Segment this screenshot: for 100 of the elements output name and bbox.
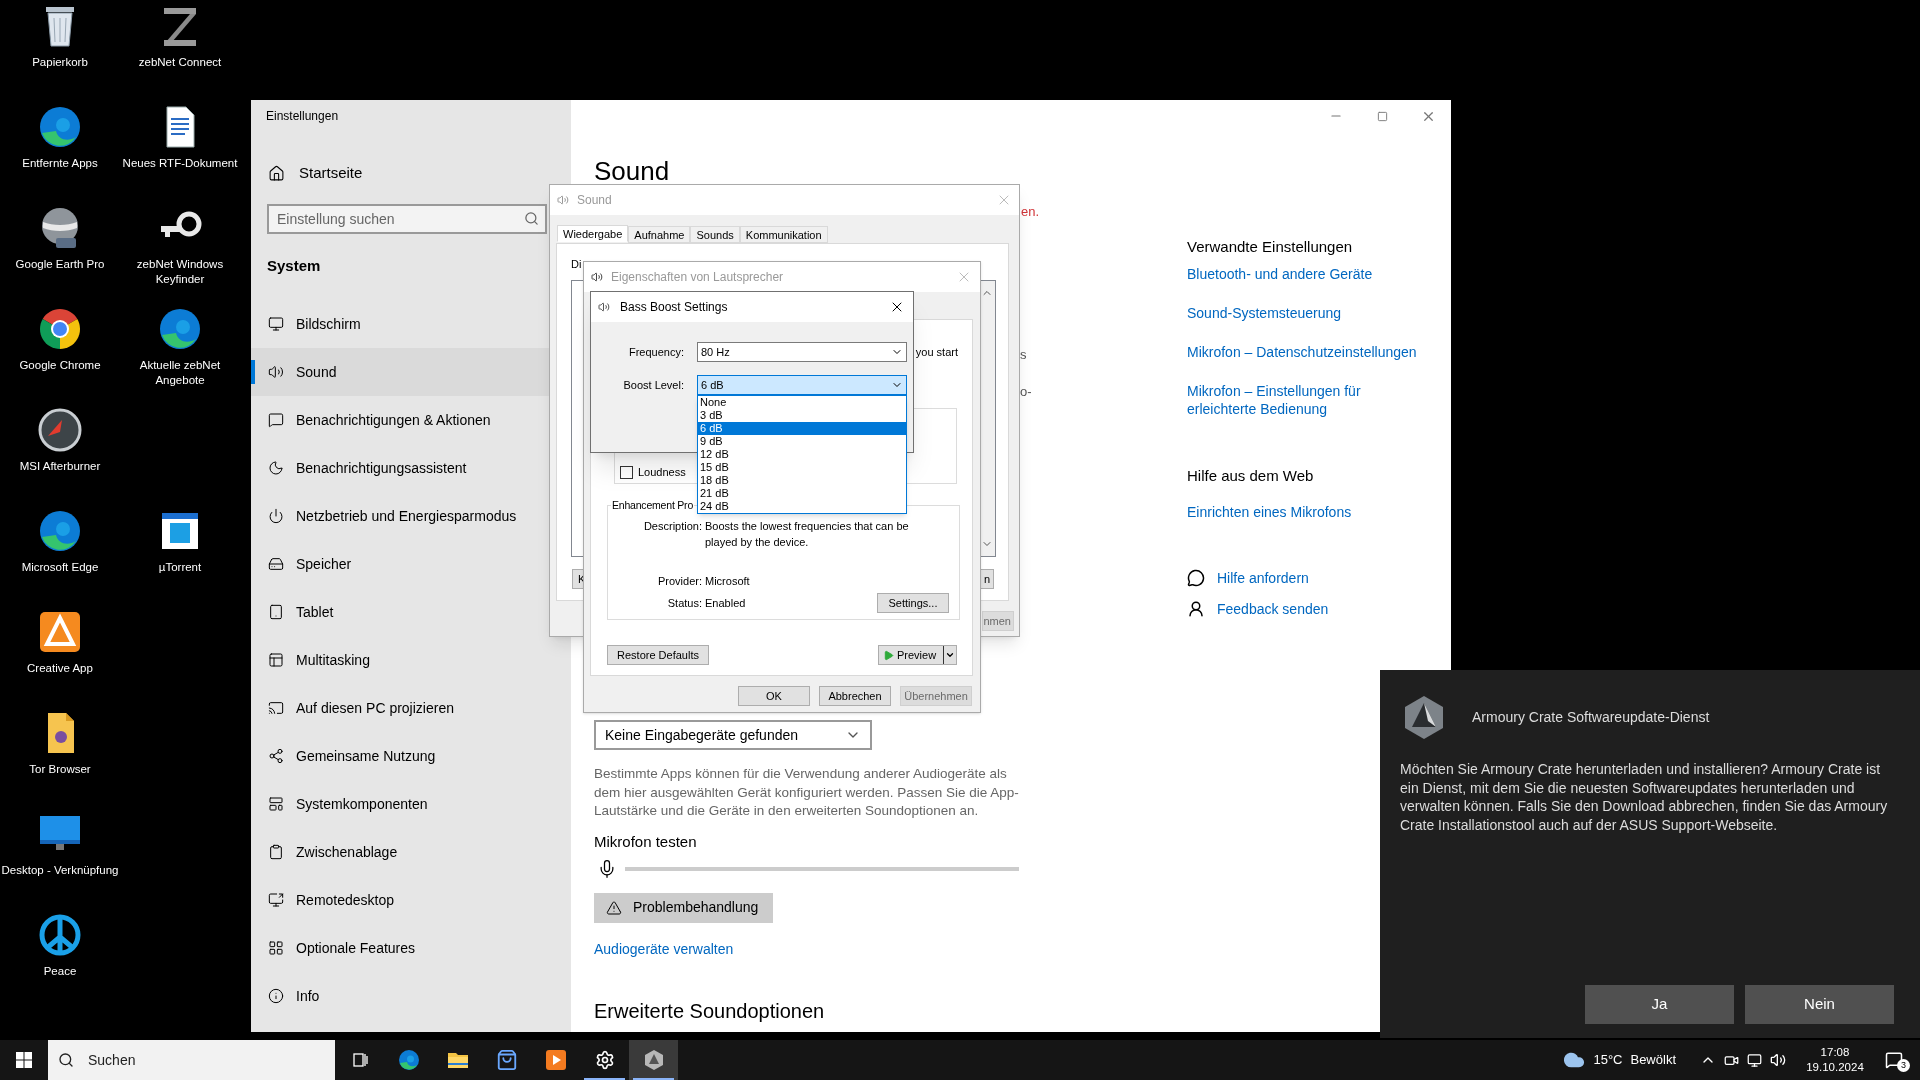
tab[interactable]: Kommunikation — [739, 226, 828, 243]
home-link[interactable]: Startseite — [268, 163, 571, 183]
notification-badge: 3 — [1897, 1059, 1910, 1072]
speaker-icon — [591, 271, 603, 283]
nav-item[interactable]: Info — [251, 972, 571, 1020]
nav-item[interactable]: Bildschirm — [251, 300, 571, 348]
shopping-bag-icon — [495, 1049, 518, 1071]
panels-icon — [268, 796, 284, 812]
desktop-shortcut[interactable]: Microsoft Edge — [0, 507, 120, 608]
nav-item[interactable]: Benachrichtigungsassistent — [251, 444, 571, 492]
nav-item[interactable]: Systemkomponenten — [251, 780, 571, 828]
nav-item[interactable]: Multitasking — [251, 636, 571, 684]
notification-button[interactable]: Nein — [1745, 985, 1894, 1024]
search-icon — [58, 1052, 74, 1068]
clock[interactable]: 17:08 19.10.2024 — [1800, 1045, 1870, 1075]
desktop-shortcut[interactable]: zebNet Connect — [120, 2, 240, 103]
nav-item[interactable]: Benachrichtigungen & Aktionen — [251, 396, 571, 444]
desktop-shortcut[interactable]: MSI Afterburner — [0, 406, 120, 507]
speaker-icon — [598, 301, 610, 313]
search-field[interactable]: Einstellung suchen — [267, 204, 547, 234]
restore-defaults-button[interactable]: Restore Defaults — [607, 645, 709, 666]
dropdown-option[interactable]: None — [698, 396, 906, 409]
body-text: you start — [915, 345, 958, 359]
gauge-icon — [36, 406, 84, 454]
help-chat-icon — [1187, 569, 1205, 587]
desktop-shortcut[interactable]: Aktuelle zebNet Angebote — [120, 305, 240, 406]
related-link[interactable]: Bluetooth- und andere Geräte — [1187, 265, 1427, 283]
manage-devices-link[interactable]: Audiogeräte verwalten — [594, 939, 1044, 958]
field-label: Provider: — [656, 573, 702, 589]
page-title: Sound — [594, 155, 671, 187]
desktop-shortcut[interactable]: Google Chrome — [0, 305, 120, 406]
notification-button[interactable]: Ja — [1585, 985, 1734, 1024]
section-heading: System — [267, 257, 322, 275]
desktop-shortcut[interactable]: zebNet Windows Keyfinder — [120, 204, 240, 305]
nav-item[interactable]: Tablet — [251, 588, 571, 636]
dropdown-option[interactable]: 3 dB — [698, 409, 906, 422]
nav-item[interactable]: Auf diesen PC projizieren — [251, 684, 571, 732]
nav-item[interactable]: Netzbetrieb und Energiesparmodus — [251, 492, 571, 540]
support-link[interactable]: Feedback senden — [1217, 600, 1329, 618]
tab[interactable]: Aufnahme — [628, 226, 691, 243]
dropdown-option[interactable]: 12 dB — [698, 448, 906, 461]
taskbar-app[interactable] — [629, 1040, 678, 1080]
help-link[interactable]: Einrichten eines Mikrofons — [1187, 503, 1447, 521]
dialog-button[interactable]: OK — [738, 686, 810, 706]
related-link[interactable]: Mikrofon – Datenschutzeinstellungen — [1187, 343, 1427, 361]
dialog-title: Eigenschaften von Lautsprecher — [611, 269, 785, 286]
desktop-shortcut[interactable]: Papierkorb — [0, 2, 120, 103]
nav-item[interactable]: Remotedesktop — [251, 876, 571, 924]
dropdown-option[interactable]: 6 dB — [698, 422, 906, 435]
related-link[interactable]: Mikrofon – Einstellungen für erleichterte Bedienung — [1187, 382, 1427, 418]
device-dropdown[interactable]: Keine Eingabegeräte gefunden — [594, 720, 872, 750]
nav-item[interactable]: Speicher — [251, 540, 571, 588]
clipboard-icon — [268, 844, 284, 860]
troubleshoot-button[interactable]: Problembehandlung — [594, 892, 773, 923]
hexagon-logo-icon — [643, 1049, 664, 1071]
support-link[interactable]: Hilfe anfordern — [1217, 569, 1309, 587]
desktop-shortcut[interactable]: Desktop - Verknüpfung — [0, 810, 120, 911]
dropdown[interactable]: 6 dB — [697, 375, 907, 395]
checkbox[interactable] — [620, 465, 633, 479]
dropdown-option[interactable]: 24 dB — [698, 500, 906, 513]
nav-item[interactable]: Zwischenablage — [251, 828, 571, 876]
dropdown[interactable]: 80 Hz — [697, 342, 907, 362]
search-field[interactable]: Suchen — [48, 1040, 335, 1080]
dropdown-option[interactable]: 15 dB — [698, 461, 906, 474]
dropdown-option[interactable]: 18 dB — [698, 474, 906, 487]
network-icon[interactable] — [1747, 1052, 1762, 1068]
tab[interactable]: Sounds — [690, 226, 740, 243]
dialog-title: Bass Boost Settings — [620, 299, 729, 316]
browser-icon — [396, 1048, 421, 1072]
section-heading: Erweiterte Soundoptionen — [594, 998, 826, 1024]
nav-item[interactable]: Gemeinsame Nutzung — [251, 732, 571, 780]
search-icon — [524, 211, 539, 226]
nav-item[interactable]: Optionale Features — [251, 924, 571, 972]
desktop-shortcut[interactable]: Creative App — [0, 608, 120, 709]
tablet-icon — [268, 604, 284, 620]
desktop-shortcut[interactable]: µTorrent — [120, 507, 240, 608]
desktop-shortcut[interactable]: Entfernte Apps — [0, 103, 120, 204]
dialog-button[interactable]: Abbrechen — [819, 686, 891, 706]
group-label: Enhancement Pro — [611, 498, 695, 513]
preview-button[interactable]: Preview — [878, 645, 957, 666]
settings-button[interactable]: Settings... — [877, 593, 949, 614]
desktop-shortcut[interactable]: Neues RTF-Dokument — [120, 103, 240, 204]
desktop-shortcut[interactable]: Google Earth Pro — [0, 204, 120, 305]
section-heading: Hilfe aus dem Web — [1187, 467, 1315, 485]
warning-text: en. — [1021, 205, 1041, 219]
tab[interactable]: Wiedergabe — [557, 225, 629, 242]
window-title: Einstellungen — [266, 109, 340, 123]
moon-icon — [268, 460, 284, 476]
related-link[interactable]: Sound-Systemsteuerung — [1187, 304, 1427, 322]
speaker-icon[interactable] — [1770, 1052, 1786, 1068]
field-label: Description: — [642, 518, 702, 534]
dropdown-option[interactable]: 9 dB — [698, 435, 906, 448]
screen-share-icon — [268, 892, 284, 908]
drive-icon — [268, 556, 284, 572]
home-icon — [268, 164, 285, 182]
desktop-shortcut[interactable]: Peace — [0, 911, 120, 1012]
dropdown-option[interactable]: 21 dB — [698, 487, 906, 500]
body-text: Di — [571, 258, 583, 270]
cast-icon — [268, 700, 284, 716]
desktop-shortcut[interactable]: Tor Browser — [0, 709, 120, 810]
